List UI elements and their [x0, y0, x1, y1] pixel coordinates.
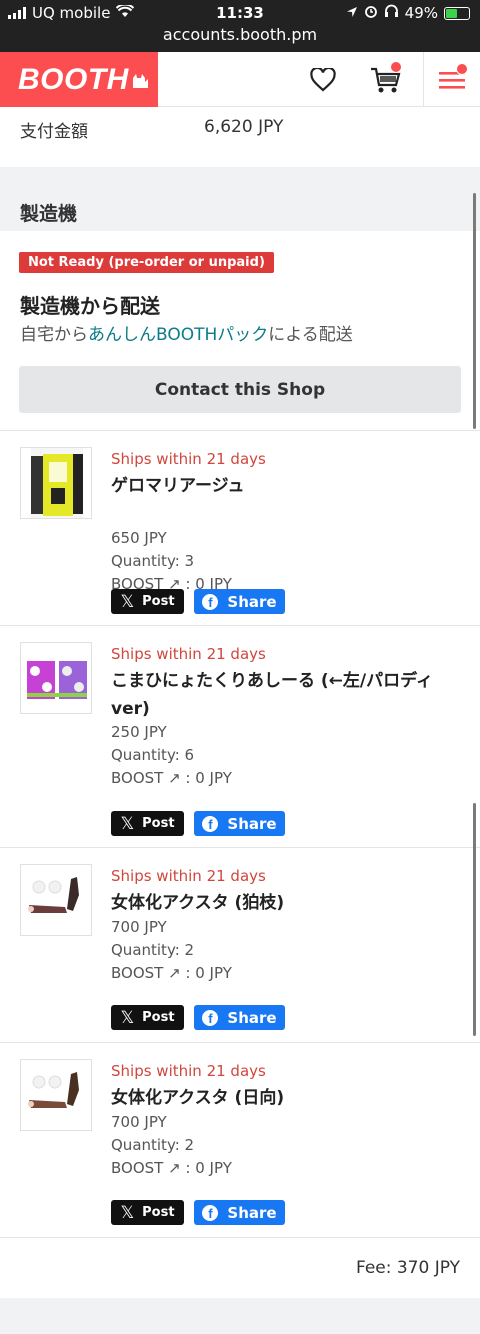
logo-text: BOOTH: [18, 63, 129, 96]
ship-estimate: Ships within 21 days: [111, 645, 266, 663]
headphones-icon: [384, 4, 399, 22]
order-item: Ships within 21 days 女体化アクスタ (狛枝) 700 JP…: [0, 847, 480, 1042]
item-price: 700 JPY: [111, 1113, 167, 1131]
cart-button[interactable]: [366, 52, 406, 107]
item-boost: BOOST ↗︎ : 0 JPY: [111, 1159, 232, 1177]
battery-percent: 49%: [404, 4, 438, 22]
x-logo-icon: 𝕏: [120, 813, 135, 833]
x-post-button[interactable]: 𝕏 Post: [111, 1200, 184, 1225]
scrollbar[interactable]: [473, 193, 476, 429]
delivery-suffix: による配送: [268, 325, 353, 345]
payment-label: 支付金額: [20, 122, 88, 142]
item-name[interactable]: ゲロマリアージュ: [111, 472, 461, 500]
facebook-icon: f: [202, 1204, 219, 1221]
share-buttons: 𝕏 Post f Share: [111, 1005, 285, 1030]
order-item: Ships within 21 days こまひにょたくりあしーる (←左/パロ…: [0, 625, 480, 847]
site-header: BOOTH: [0, 52, 480, 107]
item-thumbnail[interactable]: [20, 864, 92, 936]
facebook-share-label: Share: [227, 814, 277, 833]
facebook-share-button[interactable]: f Share: [194, 589, 285, 614]
x-post-label: Post: [142, 594, 175, 609]
facebook-share-button[interactable]: f Share: [194, 811, 285, 836]
x-post-button[interactable]: 𝕏 Post: [111, 1005, 184, 1030]
footer-band: [0, 1298, 480, 1334]
facebook-icon: f: [202, 1009, 219, 1026]
x-post-label: Post: [142, 1205, 175, 1220]
x-post-label: Post: [142, 816, 175, 831]
share-buttons: 𝕏 Post f Share: [111, 589, 285, 614]
delivery-prefix: 自宅から: [20, 325, 88, 345]
share-buttons: 𝕏 Post f Share: [111, 1200, 285, 1225]
status-right: 49%: [346, 4, 470, 22]
location-icon: [346, 4, 358, 22]
item-boost: BOOST ↗︎ : 0 JPY: [111, 769, 232, 787]
menu-button[interactable]: [436, 52, 468, 107]
facebook-share-label: Share: [227, 1203, 277, 1222]
status-bar: UQ mobile 11:33 49% accounts.booth.pm: [0, 0, 480, 52]
x-post-button[interactable]: 𝕏 Post: [111, 589, 184, 614]
x-logo-icon: 𝕏: [120, 1007, 135, 1027]
contact-shop-button[interactable]: Contact this Shop: [19, 366, 461, 413]
facebook-icon: f: [202, 815, 219, 832]
wishlist-button[interactable]: [303, 52, 343, 107]
booth-cat-icon: [132, 74, 148, 89]
url-bar[interactable]: accounts.booth.pm: [0, 25, 480, 44]
booth-pack-link[interactable]: あんしんBOOTHパック: [88, 325, 268, 345]
item-price: 650 JPY: [111, 529, 167, 547]
delivery-title: 製造機から配送: [20, 294, 160, 318]
scrollbar[interactable]: [473, 803, 476, 1036]
share-buttons: 𝕏 Post f Share: [111, 811, 285, 836]
x-post-button[interactable]: 𝕏 Post: [111, 811, 184, 836]
facebook-share-button[interactable]: f Share: [194, 1200, 285, 1225]
item-quantity: Quantity: 2: [111, 941, 195, 959]
header-divider: [423, 52, 424, 107]
item-price: 700 JPY: [111, 918, 167, 936]
item-thumbnail[interactable]: [20, 1059, 92, 1131]
x-logo-icon: 𝕏: [120, 591, 135, 611]
payment-row: 支付金額 6,620 JPY: [0, 107, 480, 167]
booth-logo[interactable]: BOOTH: [0, 52, 158, 107]
payment-value: 6,620 JPY: [204, 117, 284, 137]
facebook-share-label: Share: [227, 592, 277, 611]
battery-icon: [444, 6, 470, 20]
item-name[interactable]: こまひにょたくりあしーる (←左/パロディver): [111, 667, 461, 723]
item-name[interactable]: 女体化アクスタ (日向): [111, 1084, 461, 1112]
item-quantity: Quantity: 6: [111, 746, 195, 764]
heart-icon: [310, 67, 336, 91]
facebook-icon: f: [202, 593, 219, 610]
fee-total: Fee: 370 JPY: [355, 1258, 460, 1278]
facebook-share-button[interactable]: f Share: [194, 1005, 285, 1030]
shop-name[interactable]: 製造機: [20, 199, 77, 226]
alarm-icon: [364, 4, 378, 22]
item-name[interactable]: 女体化アクスタ (狛枝): [111, 889, 461, 917]
x-post-label: Post: [142, 1010, 175, 1025]
item-price: 250 JPY: [111, 723, 167, 741]
x-logo-icon: 𝕏: [120, 1202, 135, 1222]
section-header: 製造機: [0, 167, 480, 231]
order-item: Ships within 21 days ゲロマリアージュ 650 JPY Qu…: [0, 430, 480, 625]
item-thumbnail[interactable]: [20, 447, 92, 519]
menu-notification-dot: [456, 63, 468, 75]
status-badge: Not Ready (pre-order or unpaid): [19, 252, 274, 273]
divider: [0, 1237, 480, 1238]
item-quantity: Quantity: 2: [111, 1136, 195, 1154]
ship-estimate: Ships within 21 days: [111, 450, 266, 468]
delivery-method: 自宅からあんしんBOOTHパックによる配送: [20, 320, 353, 345]
ship-estimate: Ships within 21 days: [111, 1062, 266, 1080]
item-thumbnail[interactable]: [20, 642, 92, 714]
item-quantity: Quantity: 3: [111, 552, 195, 570]
order-item: Ships within 21 days 女体化アクスタ (日向) 700 JP…: [0, 1042, 480, 1237]
cart-notification-dot: [390, 61, 402, 73]
facebook-share-label: Share: [227, 1008, 277, 1027]
ship-estimate: Ships within 21 days: [111, 867, 266, 885]
item-boost: BOOST ↗︎ : 0 JPY: [111, 964, 232, 982]
